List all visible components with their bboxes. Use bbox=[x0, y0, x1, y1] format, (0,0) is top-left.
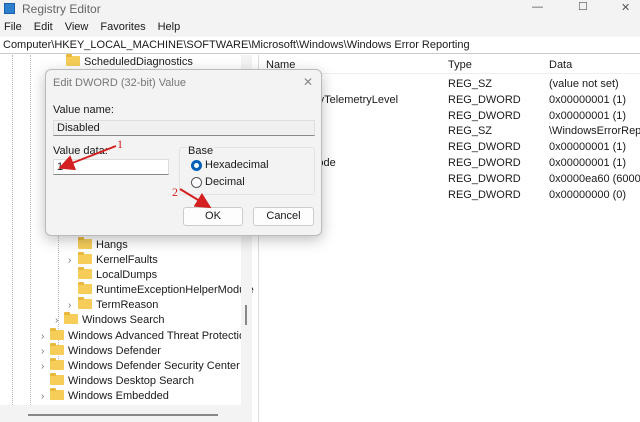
chevron-right-icon[interactable]: › bbox=[68, 300, 71, 311]
value-data-cell[interactable]: 0x0000ea60 (60000) bbox=[549, 173, 640, 185]
tree-item[interactable]: KernelFaults bbox=[78, 253, 158, 268]
tree-item[interactable]: Windows Desktop Search bbox=[50, 374, 194, 389]
value-data-label: Value data: bbox=[53, 145, 108, 157]
tree-item[interactable]: ScheduledDiagnostics bbox=[66, 55, 193, 70]
hexadecimal-radio[interactable] bbox=[191, 160, 202, 171]
chevron-right-icon[interactable]: › bbox=[41, 331, 44, 342]
tree-item[interactable]: Windows Search bbox=[64, 313, 165, 328]
tree-item[interactable]: RuntimeExceptionHelperModule bbox=[78, 283, 254, 298]
value-data-cell[interactable]: \WindowsErrorRepo bbox=[549, 125, 640, 137]
value-type-cell[interactable]: REG_DWORD bbox=[448, 157, 521, 169]
folder-icon bbox=[78, 269, 92, 279]
minimize-button[interactable]: — bbox=[532, 1, 543, 13]
edit-dword-dialog: Edit DWORD (32-bit) Value ✕ Value name: … bbox=[45, 69, 322, 236]
value-data-cell[interactable]: 0x00000001 (1) bbox=[549, 141, 626, 153]
scrollbar-thumb[interactable] bbox=[28, 414, 218, 416]
close-button[interactable]: ✕ bbox=[621, 1, 630, 14]
menu-bar: File Edit View Favorites Help bbox=[0, 18, 640, 37]
tree-item[interactable]: Windows Advanced Threat Protection bbox=[50, 329, 251, 344]
maximize-button[interactable]: ☐ bbox=[578, 0, 588, 13]
value-type-cell[interactable]: REG_DWORD bbox=[448, 94, 521, 106]
folder-icon bbox=[78, 284, 92, 294]
decimal-label[interactable]: Decimal bbox=[205, 176, 245, 188]
chevron-right-icon[interactable]: › bbox=[41, 361, 44, 372]
value-data-cell[interactable]: 0x00000001 (1) bbox=[549, 157, 626, 169]
chevron-right-icon[interactable]: › bbox=[41, 346, 44, 357]
cancel-button[interactable]: Cancel bbox=[253, 207, 314, 226]
folder-icon bbox=[66, 56, 80, 66]
value-data-cell[interactable]: 0x00000000 (0) bbox=[549, 189, 626, 201]
value-data-cell[interactable]: 0x00000001 (1) bbox=[549, 94, 626, 106]
tree-item[interactable]: Hangs bbox=[78, 238, 128, 253]
value-type-cell[interactable]: REG_DWORD bbox=[448, 189, 521, 201]
value-type-cell[interactable]: REG_SZ bbox=[448, 125, 492, 137]
folder-icon bbox=[50, 390, 64, 400]
folder-icon bbox=[78, 299, 92, 309]
tree-item[interactable]: TermReason bbox=[78, 298, 158, 313]
column-header-data[interactable]: Data bbox=[549, 59, 572, 71]
value-type-cell[interactable]: REG_DWORD bbox=[448, 141, 521, 153]
dialog-title: Edit DWORD (32-bit) Value bbox=[53, 77, 186, 89]
hexadecimal-label[interactable]: Hexadecimal bbox=[205, 159, 269, 171]
menu-favorites[interactable]: Favorites bbox=[100, 21, 145, 33]
tree-item[interactable]: Windows Defender bbox=[50, 344, 161, 359]
value-name-field: Disabled bbox=[53, 120, 315, 136]
value-type-cell[interactable]: REG_DWORD bbox=[448, 110, 521, 122]
ok-button[interactable]: OK bbox=[183, 207, 243, 226]
menu-edit[interactable]: Edit bbox=[34, 21, 53, 33]
folder-icon bbox=[78, 254, 92, 264]
chevron-right-icon[interactable]: › bbox=[41, 391, 44, 402]
menu-view[interactable]: View bbox=[65, 21, 89, 33]
value-data-cell[interactable]: 0x00000001 (1) bbox=[549, 110, 626, 122]
value-name-label: Value name: bbox=[53, 104, 114, 116]
folder-icon bbox=[50, 360, 64, 370]
menu-help[interactable]: Help bbox=[158, 21, 181, 33]
value-data-cell[interactable]: (value not set) bbox=[549, 78, 619, 90]
folder-icon bbox=[50, 330, 64, 340]
tree-item[interactable]: Windows Embedded bbox=[50, 389, 169, 404]
value-type-cell[interactable]: REG_SZ bbox=[448, 78, 492, 90]
tree-item[interactable]: LocalDumps bbox=[78, 268, 157, 283]
dialog-close-button[interactable]: ✕ bbox=[303, 75, 313, 89]
chevron-right-icon[interactable]: › bbox=[68, 255, 71, 266]
folder-icon bbox=[78, 239, 92, 249]
column-header-type[interactable]: Type bbox=[448, 59, 472, 71]
address-bar[interactable]: Computer\HKEY_LOCAL_MACHINE\SOFTWARE\Mic… bbox=[0, 37, 640, 54]
value-type-cell[interactable]: REG_DWORD bbox=[448, 173, 521, 185]
value-data-input[interactable]: 1 bbox=[53, 159, 169, 175]
base-label: Base bbox=[187, 145, 214, 157]
folder-icon bbox=[50, 345, 64, 355]
menu-file[interactable]: File bbox=[4, 21, 22, 33]
window-title: Registry Editor bbox=[22, 2, 101, 16]
tree-item[interactable]: Windows Defender Security Center bbox=[50, 359, 240, 374]
title-bar: Registry Editor — ☐ ✕ bbox=[0, 0, 640, 18]
folder-icon bbox=[64, 314, 78, 324]
regedit-app-icon bbox=[4, 3, 15, 14]
decimal-radio[interactable] bbox=[191, 177, 202, 188]
folder-icon bbox=[50, 375, 64, 385]
chevron-right-icon[interactable]: › bbox=[55, 315, 58, 326]
